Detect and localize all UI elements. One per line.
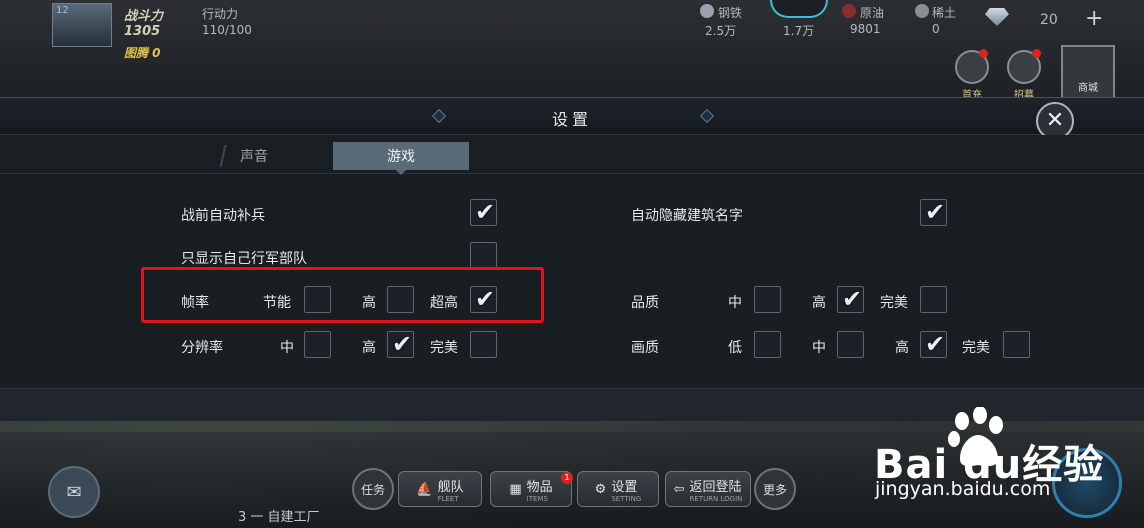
resource-rare-earth-name: 稀土 <box>932 6 957 20</box>
check-icon: ✔ <box>475 198 496 226</box>
check-icon: ✔ <box>392 330 413 358</box>
auto-reinforce-label: 战前自动补兵 <box>181 208 265 224</box>
resolution-label: 分辨率 <box>181 340 223 356</box>
fleet-sub: FLEET <box>437 494 459 503</box>
fleet-icon: ⛵ <box>416 481 433 497</box>
shop-button[interactable]: 商城 <box>1061 45 1115 99</box>
resource-oil-value: 9801 <box>850 22 881 36</box>
settings-dialog: 设置 ✕ 声音 游戏 <box>0 97 1144 421</box>
image-quality-option-label-0: 低 <box>728 340 742 356</box>
auto-hide-names-label: 自动隐藏建筑名字 <box>631 208 743 224</box>
recruit-badge <box>1032 49 1041 58</box>
close-icon: ✕ <box>1045 108 1065 133</box>
own-troops-only-label: 只显示自己行军部队 <box>181 251 307 267</box>
tab-sound-label: 声音 <box>240 149 268 165</box>
image-quality-option-2-checkbox[interactable]: ✔ <box>920 331 947 358</box>
items-label: 物品 <box>526 479 553 495</box>
gear-icon: ⚙ <box>594 481 607 497</box>
quality-option-label-1: 高 <box>812 295 826 311</box>
resolution-option-1-checkbox[interactable]: ✔ <box>387 331 414 358</box>
task-button[interactable]: 任务 <box>352 468 394 510</box>
tab-sound[interactable]: 声音 <box>186 142 322 170</box>
oil-icon <box>842 4 856 18</box>
check-icon: ✔ <box>925 330 946 358</box>
more-label: 更多 <box>762 482 787 497</box>
gem-icon <box>985 8 1009 26</box>
settings-sub: SETTING <box>611 494 642 503</box>
power-label: 战斗力 <box>124 9 164 24</box>
quality-label: 品质 <box>631 295 659 311</box>
quality-option-label-2: 完美 <box>880 295 908 311</box>
resource-rare-earth-value: 0 <box>932 22 940 36</box>
resource-oil-name: 原油 <box>860 6 885 20</box>
power-value: 1305 <box>124 24 161 39</box>
gems-value: 20 <box>1040 12 1058 28</box>
stamina-value: 110/100 <box>202 23 252 37</box>
add-gems-button[interactable]: + <box>1085 6 1103 31</box>
fleet-button[interactable]: ⛵ 舰队 FLEET <box>398 471 482 507</box>
quality-option-0-checkbox[interactable] <box>754 286 781 313</box>
chat-button[interactable]: ✉ <box>48 466 100 518</box>
quality-option-1-checkbox[interactable]: ✔ <box>837 286 864 313</box>
resolution-option-label-0: 中 <box>280 340 294 356</box>
image-quality-option-1-checkbox[interactable] <box>837 331 864 358</box>
stamina-label: 行动力 <box>202 7 239 21</box>
resolution-option-label-1: 高 <box>362 340 376 356</box>
resolution-option-label-2: 完美 <box>430 340 458 356</box>
rare-earth-icon <box>915 4 929 18</box>
image-quality-option-label-2: 高 <box>895 340 909 356</box>
items-sub: ITEMS <box>526 494 548 503</box>
shop-label: 商城 <box>1078 83 1098 94</box>
image-quality-option-label-1: 中 <box>812 340 826 356</box>
task-label: 任务 <box>360 482 385 497</box>
baidu-watermark-url: jingyan.baidu.com <box>875 478 1051 500</box>
return-login-button[interactable]: ⇦ 返回登陆 RETURN LOGIN <box>665 471 751 507</box>
tab-game-label: 游戏 <box>387 149 415 165</box>
items-button[interactable]: ▦ 物品 ITEMS <box>490 471 572 507</box>
tab-strip <box>0 135 1144 174</box>
bottom-building-label: 3 一 自建工厂 <box>238 510 320 525</box>
image-quality-option-label-3: 完美 <box>962 340 990 356</box>
resolution-option-0-checkbox[interactable] <box>304 331 331 358</box>
tab-game[interactable]: 游戏 <box>333 142 469 170</box>
return-sub: RETURN LOGIN <box>689 494 743 503</box>
items-badge: 1 <box>561 472 573 484</box>
more-button[interactable]: 更多 <box>754 468 796 510</box>
check-icon: ✔ <box>842 285 863 313</box>
return-label: 返回登陆 <box>689 479 742 495</box>
dialog-title-bar: 设置 <box>0 98 1144 135</box>
resource-steel-value: 2.5万 <box>705 24 737 38</box>
fleet-label: 舰队 <box>437 479 464 495</box>
first-recharge-badge <box>979 49 988 58</box>
own-troops-only-checkbox[interactable] <box>470 242 497 269</box>
return-icon: ⇦ <box>673 481 685 497</box>
quality-option-label-0: 中 <box>728 295 742 311</box>
resolution-option-2-checkbox[interactable] <box>470 331 497 358</box>
quality-option-2-checkbox[interactable] <box>920 286 947 313</box>
items-icon: ▦ <box>509 481 522 497</box>
steel-icon <box>700 4 714 18</box>
auto-reinforce-checkbox[interactable]: ✔ <box>470 199 497 226</box>
image-quality-label: 画质 <box>631 340 659 356</box>
chat-icon: ✉ <box>66 481 82 503</box>
resource-steel-name: 钢铁 <box>718 6 743 20</box>
dialog-title: 设置 <box>551 110 592 129</box>
player-level: 12 <box>56 5 69 16</box>
image-quality-option-3-checkbox[interactable] <box>1003 331 1030 358</box>
settings-label: 设置 <box>611 479 638 495</box>
energy-icon <box>770 0 828 18</box>
annotation-highlight-box <box>141 267 544 323</box>
auto-hide-names-checkbox[interactable]: ✔ <box>920 199 947 226</box>
settings-button[interactable]: ⚙ 设置 SETTING <box>577 471 659 507</box>
guild-label: 图腾 0 <box>124 46 161 60</box>
player-avatar[interactable]: 12 <box>52 3 112 47</box>
resource-energy-value: 1.7万 <box>783 24 815 38</box>
check-icon: ✔ <box>925 198 946 226</box>
image-quality-option-0-checkbox[interactable] <box>754 331 781 358</box>
top-status-bar: 12 战斗力 1305 图腾 0 行动力 110/100 钢铁 2.5万 1.7… <box>0 0 1144 101</box>
